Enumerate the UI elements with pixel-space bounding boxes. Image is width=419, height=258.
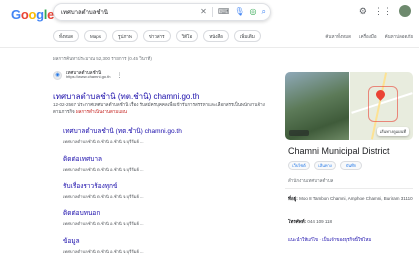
place-map[interactable]: เส้นทางดูแผนที่ (349, 72, 413, 140)
header-divider (0, 47, 419, 48)
suggest-edit-link[interactable]: แนะนำให้แก้ไข · เป็นเจ้าของธุรกิจนี้ใช่ไ… (288, 236, 371, 243)
result-stats: ผลการค้นหาประมาณ 52,300 รายการ (0.45 วิน… (53, 56, 152, 61)
sitelink-desc: เทศบาลตำบลชำนิ ต.ชำนิ อ.ชำนิ จ.บุรีรัมย์… (63, 167, 144, 172)
mic-icon[interactable]: 🎙 (234, 8, 244, 16)
filter-all-results[interactable]: ค้นหาทั้งหมด (325, 33, 351, 40)
tab-books[interactable]: หนังสือ (203, 30, 229, 42)
address-label: ที่อยู่: (288, 196, 298, 201)
tab-news[interactable]: ข่าวสาร (142, 30, 171, 42)
search-tabs: ทั้งหมด Maps รูปภาพ ข่าวสาร วิดีโอ หนังส… (53, 30, 261, 42)
avatar[interactable] (399, 5, 411, 17)
result-snippet: 12-02-2567 ประกาศเทศบาลตำบลชำนิ เรื่อง ร… (53, 102, 265, 115)
search-input[interactable] (61, 9, 196, 15)
knowledge-panel-address: ที่อยู่: Moo 8 Tambon Chamni, Amphoe Cha… (288, 196, 413, 203)
keyboard-icon[interactable]: ⌨ (218, 8, 230, 16)
tab-all[interactable]: ทั้งหมด (53, 30, 80, 42)
sitelink: รับเรื่องราวร้องทุกข์ เทศบาลตำบลชำนิ ต.ช… (63, 181, 263, 200)
place-photo[interactable] (285, 72, 349, 140)
sitelink: ติดต่อเทศบาล เทศบาลตำบลชำนิ ต.ชำนิ อ.ชำน… (63, 154, 263, 173)
tab-videos[interactable]: วิดีโอ (175, 30, 199, 42)
sitelink-title[interactable]: ติดต่อเทศบาล (63, 154, 263, 164)
tab-more[interactable]: เพิ่มเติม (233, 30, 261, 42)
result-site[interactable]: ◉ เทศบาลตำบลชำนิ https://www.chamni.go.t… (53, 70, 122, 80)
sitelink-desc: เทศบาลตำบลชำนิ ต.ชำนิ อ.ชำนิ จ.บุรีรัมย์… (63, 249, 144, 254)
sitelink-desc: เทศบาลตำบลชำนิ ต.ชำนิ อ.ชำนิ จ.บุรีรัมย์… (63, 139, 144, 144)
clear-icon[interactable]: ✕ (200, 8, 207, 16)
knowledge-panel-actions: เว็บไซต์ เส้นทาง บันทึก (288, 161, 362, 170)
sitelink-title[interactable]: เทศบาลตำบลชำนิ (ทต.ชำนิ) chamni.go.th (63, 126, 263, 136)
google-logo[interactable]: Google (11, 7, 54, 22)
directions-button[interactable]: เส้นทาง (314, 161, 336, 170)
knowledge-panel-phone: โทรศัพท์: 044 109 118 (288, 218, 332, 225)
tab-maps[interactable]: Maps (84, 30, 108, 42)
sitelink-desc: เทศบาลตำบลชำนิ ต.ชำนิ อ.ชำนิ จ.บุรีรัมย์… (63, 194, 144, 199)
filter-tools[interactable]: เครื่องมือ (359, 33, 377, 40)
sitelink-title[interactable]: รับเรื่องราวร้องทุกข์ (63, 181, 263, 191)
knowledge-panel-images[interactable]: เส้นทางดูแผนที่ (285, 72, 413, 140)
knowledge-panel-divider (285, 188, 413, 189)
header-actions: ⚙ ⋮⋮ (359, 5, 411, 17)
sitelink-desc: เทศบาลตำบลชำนิ ต.ชำนิ อ.ชำนิ จ.บุรีรัมย์… (63, 221, 144, 226)
apps-icon[interactable]: ⋮⋮ (374, 6, 392, 16)
save-button[interactable]: บันทึก (340, 161, 362, 170)
photo-label (289, 130, 309, 136)
search-divider (211, 7, 213, 17)
settings-icon[interactable]: ⚙ (359, 6, 367, 16)
site-url: https://www.chamni.go.th (66, 74, 111, 80)
map-button[interactable]: เส้นทางดูแผนที่ (376, 127, 409, 136)
knowledge-panel-title: Chamni Municipal District (288, 146, 390, 156)
sitelink-title[interactable]: ติดต่อบทนอก (63, 208, 263, 218)
site-favicon-icon: ◉ (53, 70, 62, 80)
address-value: Moo 8 Tambon Chamni, Amphoe Chamni, Buri… (299, 196, 413, 201)
sitelink-title[interactable]: ข้อมูล (63, 236, 263, 246)
tab-images[interactable]: รูปภาพ (112, 30, 138, 42)
snippet-highlight: ผลการดำเนินงานตามแผน (75, 108, 127, 114)
phone-value[interactable]: 044 109 118 (307, 219, 332, 224)
sitelink: ข้อมูล เทศบาลตำบลชำนิ ต.ชำนิ อ.ชำนิ จ.บุ… (63, 236, 263, 255)
more-options-icon[interactable]: ⋮ (116, 72, 122, 79)
sitelink: เทศบาลตำบลชำนิ (ทต.ชำนิ) chamni.go.th เท… (63, 126, 263, 145)
search-filters: ค้นหาทั้งหมด เครื่องมือ ค้นหาปลอดภัย (325, 33, 413, 40)
lens-icon[interactable]: ◎ (250, 8, 257, 16)
knowledge-panel-category: สำนักงานเทศบาลตำบล (288, 178, 334, 183)
search-box[interactable]: ✕ ⌨ 🎙 ◎ ⌕ (53, 3, 271, 21)
search-icon[interactable]: ⌕ (262, 8, 266, 16)
filter-safesearch[interactable]: ค้นหาปลอดภัย (385, 33, 413, 40)
sitelink: ติดต่อบทนอก เทศบาลตำบลชำนิ ต.ชำนิ อ.ชำนิ… (63, 208, 263, 227)
website-button[interactable]: เว็บไซต์ (288, 161, 310, 170)
phone-label: โทรศัพท์: (288, 219, 307, 224)
